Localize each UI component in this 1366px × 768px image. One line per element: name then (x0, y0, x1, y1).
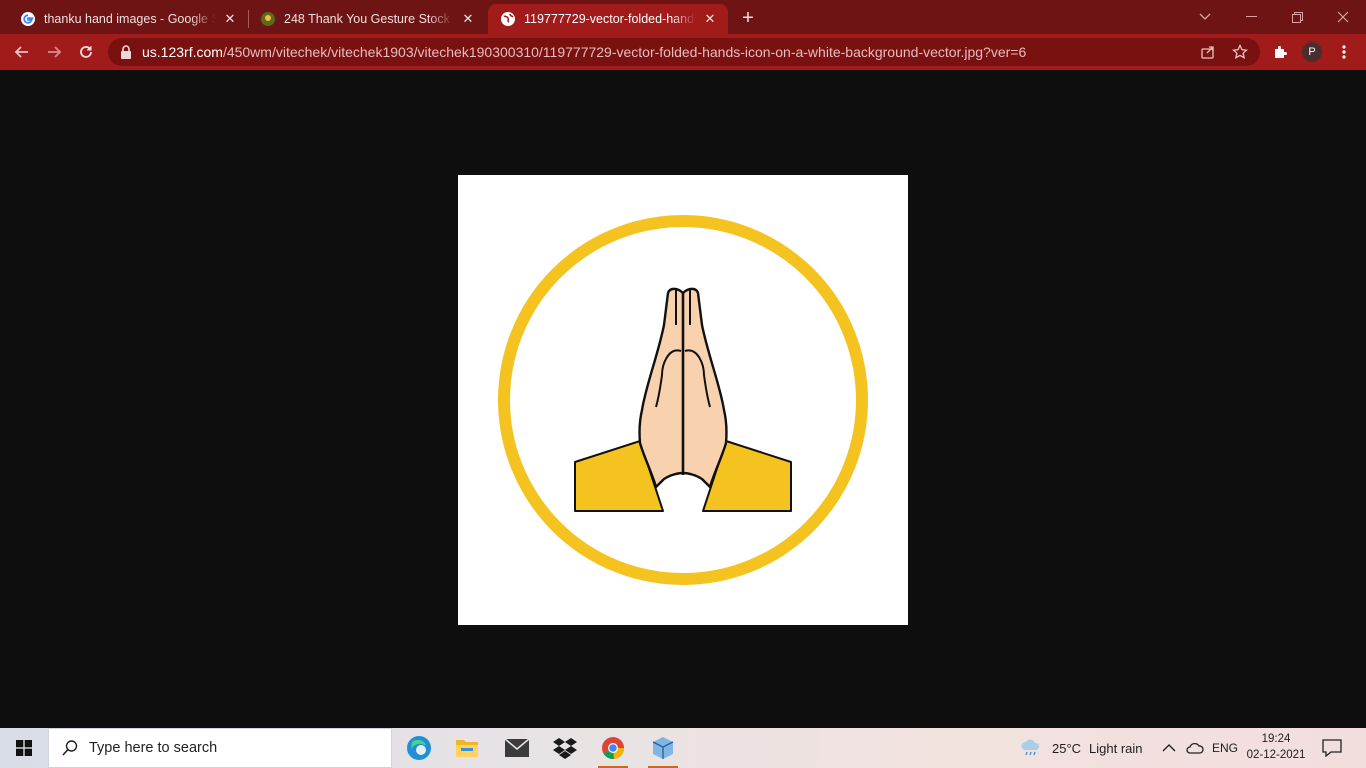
clock-time: 19:24 (1261, 733, 1291, 745)
onedrive-cloud-icon[interactable] (1186, 728, 1204, 768)
weather-temp: 25°C (1052, 740, 1082, 756)
tab-stock-vectors[interactable]: 248 Thank You Gesture Stock Vec ✕ (248, 4, 486, 34)
lock-icon[interactable] (120, 45, 132, 59)
show-hidden-icons-chevron-icon[interactable] (1162, 728, 1176, 768)
weather-text: Light rain (1089, 740, 1143, 756)
tab-search-chevron-icon[interactable] (1182, 0, 1228, 34)
share-icon[interactable] (1194, 38, 1222, 66)
windows-logo-icon (16, 740, 32, 756)
restore-button[interactable] (1274, 0, 1320, 34)
taskbar-search-box[interactable]: Type here to search (48, 728, 392, 768)
file-explorer-icon[interactable] (444, 728, 490, 768)
stock-site-icon (260, 11, 276, 27)
start-button[interactable] (0, 728, 48, 768)
language-indicator[interactable]: ENG (1212, 728, 1238, 768)
chrome-icon[interactable] (590, 728, 636, 768)
clock-date: 02-12-2021 (1246, 749, 1306, 761)
profile-initial: P (1302, 42, 1322, 62)
profile-avatar[interactable]: P (1298, 38, 1326, 66)
url-text[interactable]: us.123rf.com/450wm/vitechek/vitechek1903… (142, 44, 1026, 60)
tab-title: thanku hand images - Google Se (44, 12, 216, 26)
search-placeholder: Type here to search (89, 740, 218, 756)
tab-google-search[interactable]: thanku hand images - Google Se ✕ (8, 4, 248, 34)
windows-taskbar: Type here to search 25°C Light rain ENG … (0, 728, 1366, 768)
menu-kebab-icon[interactable] (1330, 38, 1358, 66)
clock[interactable]: 19:24 02-12-2021 (1244, 731, 1308, 763)
edge-icon[interactable] (396, 728, 442, 768)
close-icon[interactable]: ✕ (702, 11, 718, 27)
notifications-icon[interactable] (1322, 728, 1342, 768)
3d-viewer-icon[interactable] (640, 728, 686, 768)
forward-button[interactable] (40, 38, 68, 66)
rain-cloud-icon (1021, 739, 1040, 756)
extensions-puzzle-icon[interactable] (1266, 38, 1294, 66)
back-button[interactable] (8, 38, 36, 66)
folded-hands-image[interactable] (458, 175, 908, 625)
url-host: us.123rf.com (142, 44, 223, 60)
tab-title: 119777729-vector-folded-hands (524, 12, 696, 26)
bookmark-star-icon[interactable] (1226, 38, 1254, 66)
mail-icon[interactable] (494, 728, 540, 768)
url-path: /450wm/vitechek/vitechek1903/vitechek190… (222, 44, 1027, 60)
close-icon[interactable]: ✕ (460, 11, 476, 27)
close-icon[interactable]: ✕ (222, 11, 238, 27)
reload-button[interactable] (72, 38, 100, 66)
search-icon (62, 740, 78, 756)
globe-icon (500, 11, 516, 27)
tab-title: 248 Thank You Gesture Stock Vec (284, 12, 454, 26)
minimize-button[interactable] (1228, 0, 1274, 34)
tab-active-image[interactable]: 119777729-vector-folded-hands ✕ (488, 4, 728, 34)
new-tab-button[interactable]: + (736, 6, 760, 30)
folded-hands-icon (498, 215, 868, 585)
google-icon (20, 11, 36, 27)
tab-strip: thanku hand images - Google Se ✕ 248 Tha… (0, 0, 1366, 34)
dropbox-icon[interactable] (542, 728, 588, 768)
weather-widget[interactable]: 25°C Light rain (1020, 728, 1143, 768)
close-window-button[interactable] (1320, 0, 1366, 34)
